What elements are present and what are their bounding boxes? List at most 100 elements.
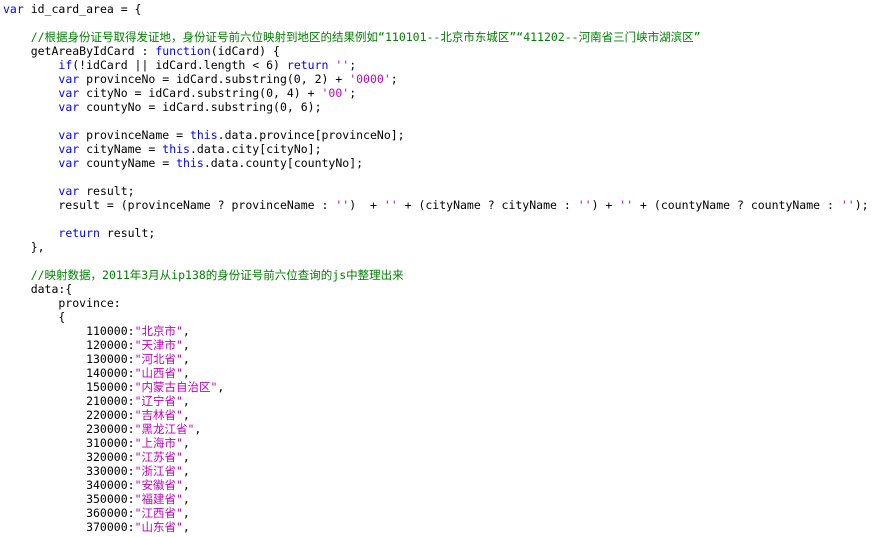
code-string: "河北省" — [134, 352, 183, 366]
code-line: 350000:"福建省", — [3, 492, 190, 506]
code-text: , — [182, 492, 190, 506]
code-text: , — [194, 422, 202, 436]
code-text: 310000: — [3, 436, 135, 450]
code-text: data:{ — [3, 282, 73, 296]
code-line: //映射数据，2011年3月从ip138的身份证号前六位查询的js中整理出来 — [3, 268, 404, 282]
code-string: '' — [335, 58, 350, 72]
code-keyword: function — [155, 44, 211, 58]
code-line: 140000:"山西省", — [3, 366, 190, 380]
code-string: "山东省" — [134, 520, 183, 534]
code-keyword: this — [189, 128, 218, 142]
code-text: ; — [349, 86, 357, 100]
code-line: result = (provinceName ? provinceName : … — [3, 198, 868, 212]
code-text: { — [3, 310, 66, 324]
code-keyword: var — [3, 2, 24, 16]
code-keyword: var — [58, 128, 80, 142]
code-text: (!idCard || idCard.length < 6) — [72, 58, 287, 72]
code-text: 120000: — [3, 338, 135, 352]
code-string: '00' — [321, 86, 350, 100]
code-text: 340000: — [3, 478, 135, 492]
code-line: 230000:"黑龙江省", — [3, 422, 201, 436]
code-editor[interactable]: var id_card_area = { //根据身份证号取得发证地，身份证号前… — [0, 0, 876, 537]
code-text: , — [182, 506, 190, 520]
code-line: 330000:"浙江省", — [3, 464, 190, 478]
code-text: 370000: — [3, 520, 135, 534]
code-text: .data.province[provinceNo]; — [217, 128, 405, 142]
code-line: data:{ — [3, 282, 73, 296]
code-line: 220000:"吉林省", — [3, 408, 190, 422]
code-keyword: var — [58, 100, 80, 114]
code-string: '' — [383, 198, 398, 212]
code-text: ) + — [591, 198, 620, 212]
code-text: 130000: — [3, 352, 135, 366]
code-line: var provinceName = this.data.province[pr… — [3, 128, 405, 142]
code-text: , — [182, 366, 190, 380]
code-text: countyNo = idCard.substring(0, 6); — [79, 100, 322, 114]
code-line: return result; — [3, 226, 155, 240]
code-text: 210000: — [3, 394, 135, 408]
code-keyword: var — [58, 72, 80, 86]
code-text: result; — [79, 184, 135, 198]
code-comment: //映射数据，2011年3月从ip138的身份证号前六位查询的js中整理出来 — [30, 268, 404, 282]
code-text: , — [182, 436, 190, 450]
code-line: }, — [3, 240, 45, 254]
code-string: '' — [577, 198, 592, 212]
code-keyword: return — [286, 58, 329, 72]
code-text: 110000: — [3, 324, 135, 338]
code-string: "黑龙江省" — [134, 422, 195, 436]
code-text: id_card_area = { — [23, 2, 142, 16]
code-line: 130000:"河北省", — [3, 352, 190, 366]
code-text: 220000: — [3, 408, 135, 422]
code-line: var result; — [3, 184, 135, 198]
code-keyword: this — [162, 142, 190, 156]
code-string: "吉林省" — [134, 408, 183, 422]
code-comment: //根据身份证号取得发证地，身份证号前六位映射到地区的结果例如“110101--… — [30, 30, 701, 44]
code-line: var provinceNo = idCard.substring(0, 2) … — [3, 72, 398, 86]
code-text: 320000: — [3, 450, 135, 464]
code-text: ) + — [349, 198, 384, 212]
code-text: , — [182, 394, 190, 408]
code-line: 320000:"江苏省", — [3, 450, 190, 464]
code-text: , — [182, 408, 190, 422]
code-text: .data.county[countyNo]; — [203, 156, 364, 170]
code-line: 340000:"安徽省", — [3, 478, 190, 492]
code-string: "上海市" — [134, 436, 183, 450]
code-text: 150000: — [3, 380, 135, 394]
code-line: 110000:"北京市", — [3, 324, 190, 338]
code-keyword: if — [58, 58, 73, 72]
code-string: '' — [335, 198, 350, 212]
code-line: var countyNo = idCard.substring(0, 6); — [3, 100, 322, 114]
code-text: 140000: — [3, 366, 135, 380]
code-string: '' — [619, 198, 634, 212]
code-string: "天津市" — [134, 338, 183, 352]
code-text: 360000: — [3, 506, 135, 520]
code-string: "安徽省" — [134, 478, 183, 492]
code-string: '' — [840, 198, 855, 212]
code-keyword: var — [58, 156, 80, 170]
code-string: "北京市" — [134, 324, 183, 338]
code-line: 210000:"辽宁省", — [3, 394, 190, 408]
code-text: 330000: — [3, 464, 135, 478]
code-text: .data.city[cityNo]; — [189, 142, 322, 156]
code-line: //根据身份证号取得发证地，身份证号前六位映射到地区的结果例如“110101--… — [3, 30, 701, 44]
code-line: province: — [3, 296, 120, 310]
code-line: var id_card_area = { — [3, 2, 141, 16]
code-text: + (cityName ? cityName : — [397, 198, 578, 212]
code-text: , — [217, 380, 225, 394]
code-text: , — [182, 338, 190, 352]
code-keyword: var — [58, 142, 80, 156]
code-text: getAreaByIdCard : — [3, 44, 156, 58]
code-text: , — [182, 478, 190, 492]
code-text: ; — [390, 72, 398, 86]
code-string: "福建省" — [134, 492, 183, 506]
code-line: var countyName = this.data.county[county… — [3, 156, 363, 170]
code-text: 230000: — [3, 422, 135, 436]
code-text: , — [182, 324, 190, 338]
code-text: + (countyName ? countyName : — [633, 198, 841, 212]
